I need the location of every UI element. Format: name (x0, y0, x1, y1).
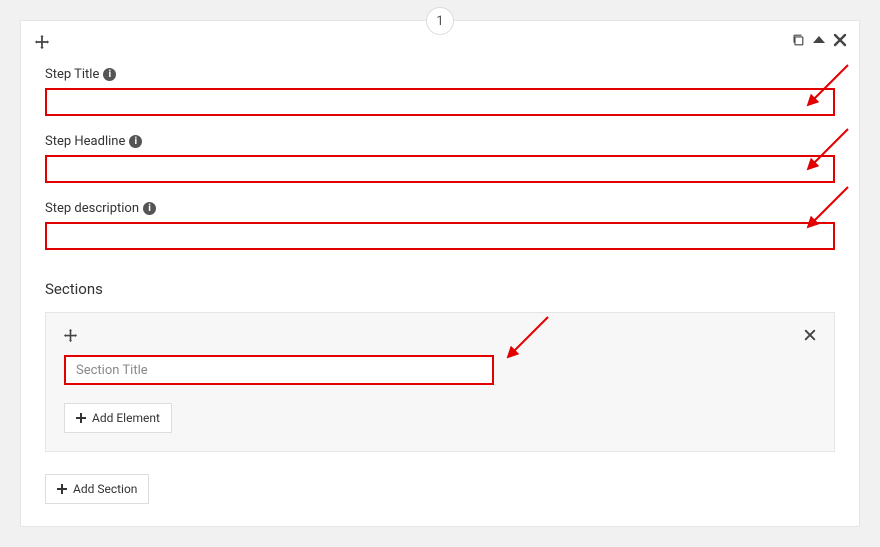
step-description-label-text: Step description (45, 201, 139, 216)
plus-icon (57, 484, 67, 494)
close-icon[interactable] (804, 329, 816, 341)
sections-heading: Sections (45, 280, 835, 298)
add-element-label: Add Element (92, 411, 160, 425)
collapse-icon[interactable] (813, 35, 825, 45)
step-headline-label-text: Step Headline (45, 134, 125, 149)
info-icon[interactable]: i (143, 202, 156, 215)
add-section-button[interactable]: Add Section (45, 474, 149, 504)
section-title-input[interactable] (64, 355, 494, 385)
step-description-label: Step description i (45, 201, 835, 216)
move-icon[interactable] (35, 35, 49, 49)
info-icon[interactable]: i (129, 135, 142, 148)
add-element-button[interactable]: Add Element (64, 403, 172, 433)
move-icon[interactable] (64, 329, 77, 342)
info-icon[interactable]: i (103, 68, 116, 81)
step-description-input[interactable] (45, 222, 835, 250)
add-section-label: Add Section (73, 482, 137, 496)
section-item: Add Element (45, 312, 835, 452)
step-title-label: Step Title i (45, 67, 835, 82)
step-title-label-text: Step Title (45, 67, 99, 82)
close-icon[interactable] (833, 33, 847, 47)
step-title-input[interactable] (45, 88, 835, 116)
plus-icon (76, 413, 86, 423)
step-panel: 1 Step Title i (20, 20, 860, 527)
step-headline-input[interactable] (45, 155, 835, 183)
duplicate-icon[interactable] (791, 33, 805, 47)
step-headline-label: Step Headline i (45, 134, 835, 149)
